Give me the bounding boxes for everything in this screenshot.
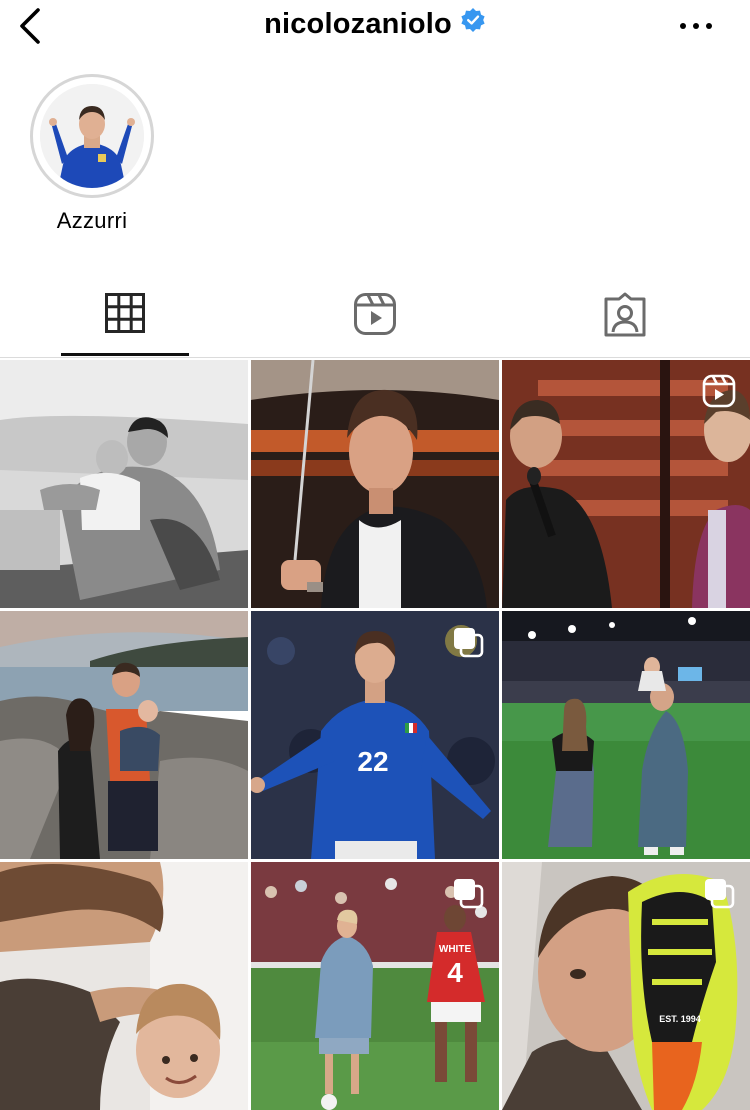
reel-icon (702, 374, 736, 408)
tab-reels[interactable] (250, 280, 500, 358)
post-tile[interactable] (0, 360, 248, 608)
tagged-person-icon (604, 292, 646, 337)
carousel-icon (705, 879, 735, 909)
post-image (0, 360, 248, 608)
boot-text: EST. 1994 (659, 1014, 701, 1024)
shirt-number: 4 (447, 957, 463, 988)
more-options-button[interactable] (678, 16, 714, 36)
shirt-name: WHITE (439, 944, 472, 955)
post-tile[interactable] (0, 611, 248, 859)
highlight-ring[interactable] (30, 74, 154, 198)
profile-tabs (0, 280, 750, 358)
highlight-label: Azzurri (56, 208, 128, 233)
highlight-cover (40, 84, 144, 188)
selected-tab-indicator (61, 353, 189, 356)
post-image (0, 862, 248, 1110)
tab-tagged[interactable] (500, 280, 750, 358)
username-title: nicolozaniolo (0, 8, 750, 41)
profile-header: nicolozaniolo (0, 0, 750, 52)
tab-posts[interactable] (0, 280, 250, 358)
post-image (502, 611, 750, 859)
ellipsis-icon (680, 23, 712, 29)
tabs-divider (0, 357, 750, 358)
carousel-icon (454, 879, 484, 909)
post-tile[interactable]: EST. 1994 (502, 862, 750, 1110)
story-highlight[interactable]: Azzurri (28, 74, 156, 234)
post-tile[interactable] (0, 862, 248, 1110)
shirt-number: 22 (357, 746, 388, 777)
reels-icon (354, 293, 396, 335)
username: nicolozaniolo (264, 8, 452, 40)
verified-badge-icon (460, 7, 486, 38)
carousel-icon (454, 628, 484, 658)
posts-grid: 22 WHITE 4 EST. 1994 (0, 360, 750, 1110)
post-tile[interactable] (502, 360, 750, 608)
post-tile[interactable]: 22 (251, 611, 499, 859)
post-image (251, 360, 499, 608)
post-image (0, 611, 248, 859)
post-tile[interactable] (502, 611, 750, 859)
post-tile[interactable] (251, 360, 499, 608)
post-tile[interactable]: WHITE 4 (251, 862, 499, 1110)
grid-icon (105, 293, 145, 333)
